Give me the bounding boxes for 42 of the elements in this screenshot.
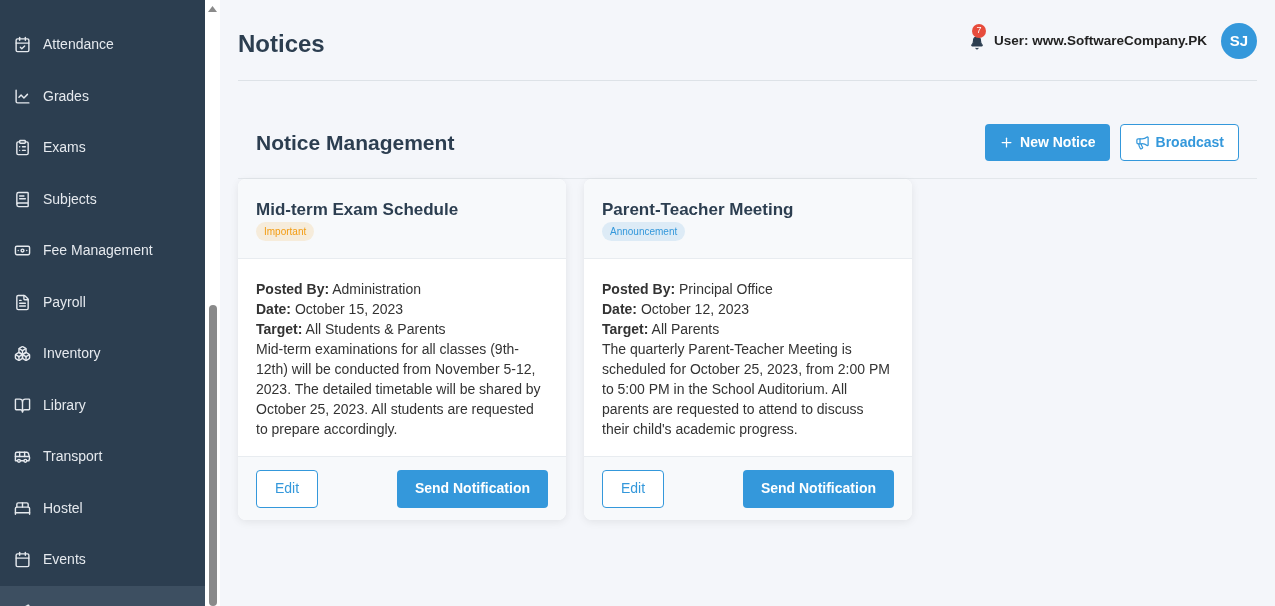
sidebar-item[interactable]: Fee Management bbox=[0, 225, 205, 277]
notice-title: Parent-Teacher Meeting bbox=[602, 199, 794, 221]
sidebar-item[interactable]: Attendance bbox=[0, 19, 205, 71]
sidebar-item[interactable]: Exams bbox=[0, 122, 205, 174]
book-icon bbox=[14, 190, 31, 208]
sidebar-item[interactable]: Library bbox=[0, 379, 205, 431]
sidebar-item[interactable]: Events bbox=[0, 534, 205, 586]
sidebar-item[interactable]: Grades bbox=[0, 70, 205, 122]
page-title: Notices bbox=[238, 29, 325, 59]
target-text: Target: All Parents bbox=[602, 320, 721, 339]
sidebar-item[interactable]: Inventory bbox=[0, 328, 205, 380]
notification-count: 7 bbox=[971, 24, 986, 38]
notice-tag: Announcement bbox=[602, 222, 686, 241]
calendar-check-icon bbox=[14, 36, 31, 54]
user-label: User: www.SoftwareCompany.PK bbox=[993, 31, 1207, 50]
notice-tag: Important bbox=[256, 222, 315, 241]
bell-icon[interactable] bbox=[969, 36, 984, 50]
line-chart-icon bbox=[14, 87, 31, 105]
open-book-icon bbox=[14, 396, 31, 414]
sidebar-item[interactable]: Transport bbox=[0, 431, 205, 483]
posted-by-text: Posted By: Administration bbox=[256, 280, 422, 299]
megaphone-icon bbox=[1134, 135, 1150, 150]
sidebar-item[interactable]: Hostel bbox=[0, 482, 205, 534]
clipboard-icon bbox=[14, 139, 31, 157]
scroll-up-icon[interactable] bbox=[208, 6, 217, 12]
sidebar-item[interactable]: Subjects bbox=[0, 173, 205, 225]
section-title: Notice Management bbox=[256, 129, 455, 156]
notice-body: Mid-term examinations for all classes (9th-12th) will be conducted from November 5-12, 2023. The detailed timetable will be shared by October 25, 2023. All students are requested to prepare accordingly. bbox=[256, 340, 542, 439]
boxes-icon bbox=[14, 345, 31, 363]
target-text: Target: All Students & Parents bbox=[256, 320, 447, 339]
date-text: Date: October 15, 2023 bbox=[256, 300, 405, 319]
date-text: Date: October 12, 2023 bbox=[602, 300, 751, 319]
bed-icon bbox=[14, 499, 31, 517]
notice-title: Mid-term Exam Schedule bbox=[256, 199, 459, 221]
calendar-icon bbox=[14, 551, 31, 569]
scrollbar[interactable] bbox=[205, 0, 220, 606]
scroll-thumb[interactable] bbox=[208, 305, 217, 606]
notice-body: The quarterly Parent-Teacher Meeting is scheduled for October 25, 2023, from 2:00 PM to 5:00 PM in the School Auditorium. All parents are requested to attend to discuss their child's academic progress. bbox=[602, 340, 891, 439]
plus-icon bbox=[999, 135, 1015, 150]
document-icon bbox=[14, 293, 31, 311]
posted-by-text: Posted By: Principal Office bbox=[602, 280, 774, 299]
sidebar-item[interactable]: Payroll bbox=[0, 276, 205, 328]
